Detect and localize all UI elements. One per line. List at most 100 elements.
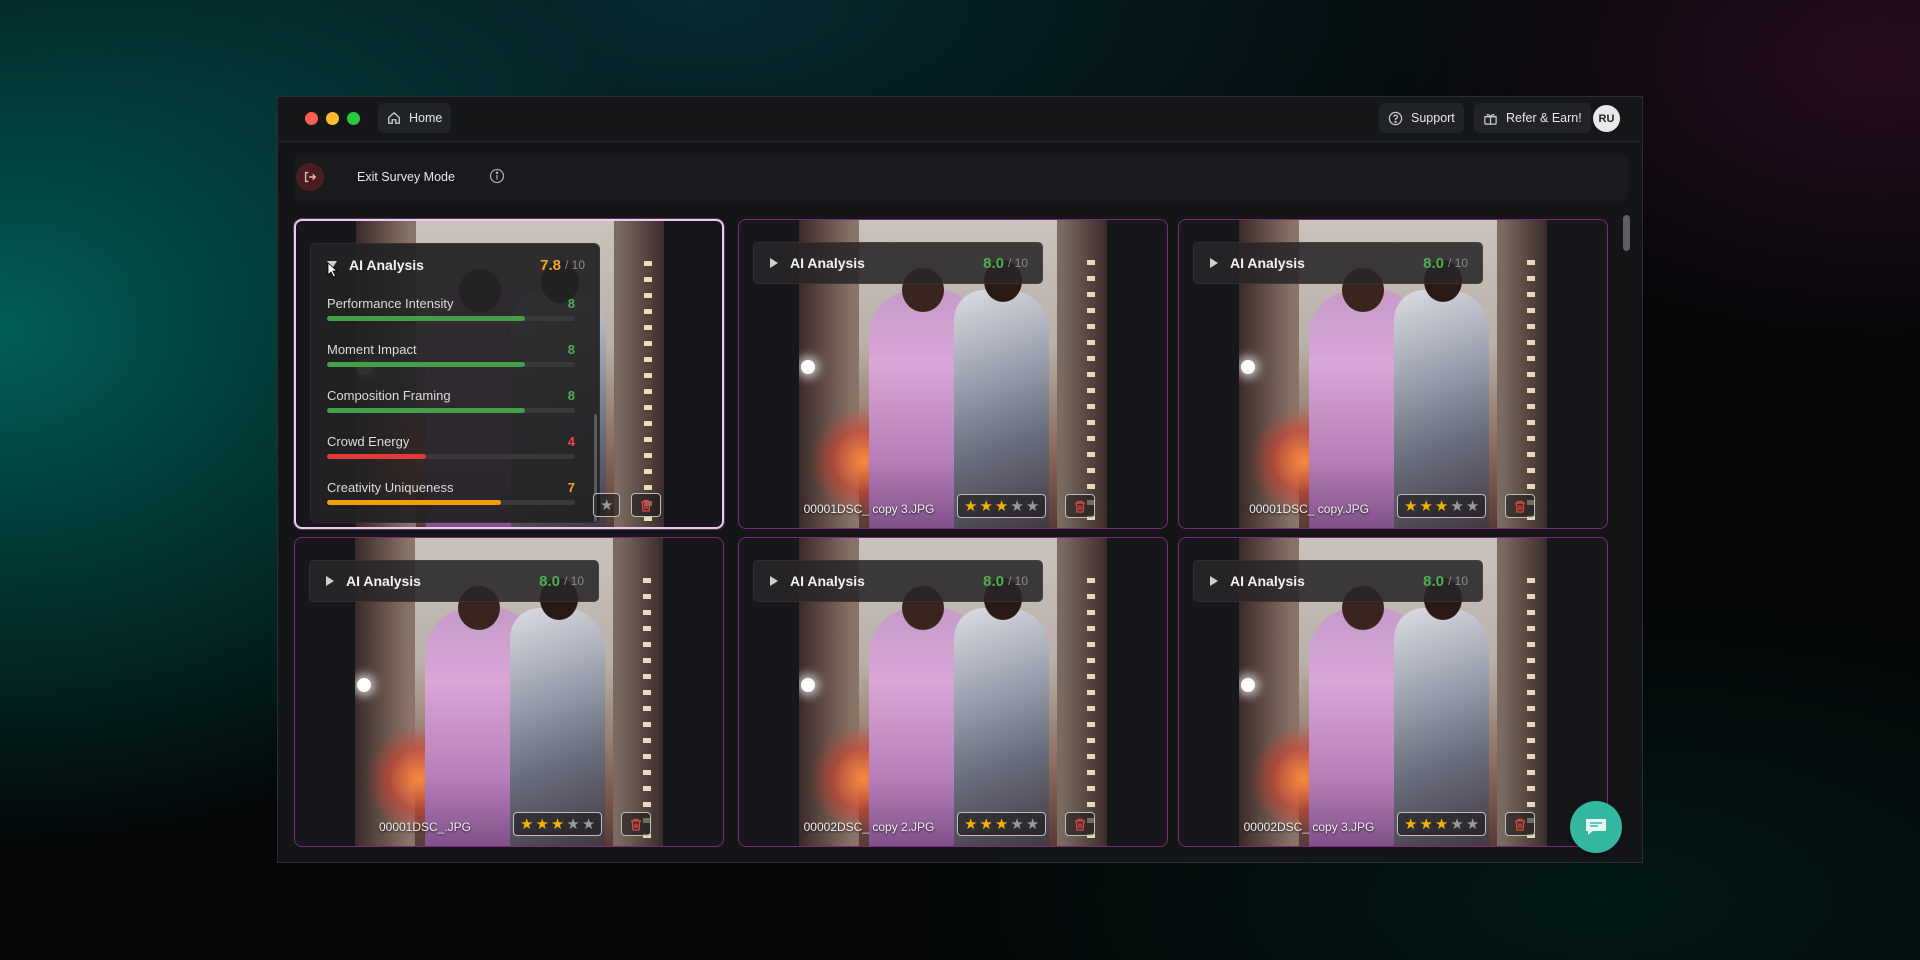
star-icon[interactable]: ★ (520, 817, 533, 832)
ai-analysis-toggle[interactable]: AI Analysis 7.8 / 10 (311, 244, 599, 286)
ai-score-max: / 10 (563, 574, 584, 588)
metric-value: 8 (567, 296, 575, 311)
star-rating[interactable]: ★ (593, 493, 621, 517)
star-icon[interactable]: ★ (551, 817, 564, 832)
trash-icon (631, 818, 641, 831)
chat-button[interactable] (1570, 801, 1622, 853)
metric-bar (327, 362, 575, 367)
star-icon[interactable]: ★ (979, 817, 992, 832)
help-circle-icon (1388, 111, 1403, 125)
metric-bar-fill (327, 362, 526, 367)
star-icon[interactable]: ★ (1419, 817, 1432, 832)
delete-button[interactable] (621, 812, 651, 836)
star-icon[interactable]: ★ (1404, 499, 1417, 514)
photo-card[interactable]: AI Analysis 8.0 / 10 00002DSC_ copy 3.JP… (1178, 537, 1608, 847)
star-icon[interactable]: ★ (1466, 499, 1479, 514)
ai-analysis-toggle[interactable]: AI Analysis 8.0 / 10 (1193, 560, 1483, 602)
refer-earn-button[interactable]: Refer & Earn! (1474, 103, 1591, 133)
metric-value: 8 (567, 388, 575, 403)
metric-name: Creativity Uniqueness (327, 480, 454, 495)
metric-row: Crowd Energy 4 (327, 434, 575, 474)
metric-bar-fill (327, 316, 526, 321)
app-window: Home Support Refer & Earn! RU Exit Surve… (277, 96, 1643, 863)
home-icon (388, 111, 400, 124)
photo-filename: 00001DSC_ copy.JPG (1249, 502, 1369, 516)
star-icon[interactable]: ★ (1026, 817, 1039, 832)
avatar[interactable]: RU (1593, 105, 1620, 132)
metric-bar-fill (327, 454, 427, 459)
star-icon[interactable]: ★ (566, 817, 579, 832)
metric-value: 8 (567, 342, 575, 357)
star-icon[interactable]: ★ (535, 817, 548, 832)
ai-analysis-panel: AI Analysis 7.8 / 10 Performance Intensi… (310, 243, 600, 523)
photo-card[interactable]: AI Analysis 8.0 / 10 00002DSC_ copy 2.JP… (738, 537, 1168, 847)
star-rating[interactable]: ★ ★ ★ ★ ★ (957, 494, 1047, 518)
star-icon[interactable]: ★ (600, 498, 613, 513)
ai-score-max: / 10 (1447, 256, 1468, 270)
grid-scrollbar[interactable] (1623, 215, 1631, 855)
star-icon[interactable]: ★ (979, 499, 992, 514)
delete-button[interactable] (1505, 494, 1535, 518)
star-icon[interactable]: ★ (1026, 499, 1039, 514)
star-icon[interactable]: ★ (1010, 499, 1023, 514)
star-icon[interactable]: ★ (1419, 499, 1432, 514)
photo-card[interactable]: AI Analysis 8.0 / 10 00001DSC_.JPG ★ ★ ★ ★ ★ (294, 537, 724, 847)
ai-score: 8.0 (983, 254, 1004, 272)
star-rating[interactable]: ★ ★ ★ ★ ★ (957, 812, 1047, 836)
star-icon[interactable]: ★ (1450, 817, 1463, 832)
star-rating[interactable]: ★ ★ ★ ★ ★ (513, 812, 603, 836)
chat-bubble-icon (1586, 819, 1606, 835)
star-rating[interactable]: ★ ★ ★ ★ ★ (1397, 812, 1487, 836)
ai-analysis-toggle[interactable]: AI Analysis 8.0 / 10 (309, 560, 599, 602)
survey-toolbar: Exit Survey Mode (294, 155, 1628, 201)
caret-right-icon (1210, 258, 1218, 268)
star-icon[interactable]: ★ (582, 817, 595, 832)
star-icon[interactable]: ★ (995, 499, 1008, 514)
ai-analysis-toggle[interactable]: AI Analysis 8.0 / 10 (753, 560, 1043, 602)
metric-name: Performance Intensity (327, 296, 454, 311)
ai-score-max: / 10 (1007, 574, 1028, 588)
star-icon[interactable]: ★ (1450, 499, 1463, 514)
star-icon[interactable]: ★ (1010, 817, 1023, 832)
photo-card[interactable]: AI Analysis 8.0 / 10 00001DSC_ copy 3.JP… (738, 219, 1168, 529)
star-icon[interactable]: ★ (1466, 817, 1479, 832)
delete-button[interactable] (1065, 812, 1095, 836)
delete-button[interactable] (631, 493, 661, 517)
caret-right-icon (326, 576, 334, 586)
ai-analysis-title: AI Analysis (790, 255, 865, 271)
star-icon[interactable]: ★ (1435, 499, 1448, 514)
star-icon[interactable]: ★ (1435, 817, 1448, 832)
metric-bar (327, 454, 575, 459)
metric-name: Crowd Energy (327, 434, 410, 449)
metric-bar (327, 408, 575, 413)
titlebar: Home Support Refer & Earn! RU (278, 97, 1642, 142)
delete-button[interactable] (1065, 494, 1095, 518)
photo-card[interactable]: AI Analysis 7.8 / 10 Performance Intensi… (294, 219, 724, 529)
star-icon[interactable]: ★ (1404, 817, 1417, 832)
exit-survey-label[interactable]: Exit Survey Mode (357, 170, 455, 184)
star-icon[interactable]: ★ (964, 499, 977, 514)
info-icon[interactable] (489, 168, 505, 184)
support-button[interactable]: Support (1379, 103, 1464, 133)
metric-bar (327, 316, 575, 321)
trash-icon (641, 499, 651, 512)
refer-label: Refer & Earn! (1506, 111, 1582, 125)
minimize-window-button[interactable] (326, 112, 339, 125)
ai-analysis-toggle[interactable]: AI Analysis 8.0 / 10 (1193, 242, 1483, 284)
delete-button[interactable] (1505, 812, 1535, 836)
photo-card[interactable]: AI Analysis 8.0 / 10 00001DSC_ copy.JPG ★… (1178, 219, 1608, 529)
star-icon[interactable]: ★ (995, 817, 1008, 832)
exit-survey-button[interactable] (296, 163, 324, 191)
home-button[interactable]: Home (378, 103, 452, 133)
metric-bar-fill (327, 408, 526, 413)
star-icon[interactable]: ★ (964, 817, 977, 832)
metric-name: Moment Impact (327, 342, 417, 357)
caret-right-icon (770, 258, 778, 268)
trash-icon (1075, 818, 1085, 831)
star-rating[interactable]: ★ ★ ★ ★ ★ (1397, 494, 1487, 518)
maximize-window-button[interactable] (347, 112, 360, 125)
grid-scrollbar-thumb[interactable] (1623, 215, 1630, 251)
close-window-button[interactable] (305, 112, 318, 125)
gift-icon (1484, 113, 1497, 125)
ai-analysis-toggle[interactable]: AI Analysis 8.0 / 10 (753, 242, 1043, 284)
